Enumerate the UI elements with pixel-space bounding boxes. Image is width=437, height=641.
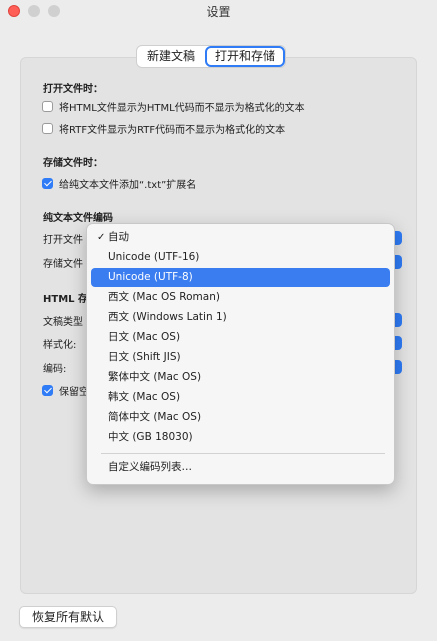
menu-item-windows-latin1[interactable]: 西文 (Windows Latin 1) bbox=[91, 308, 390, 327]
menu-separator bbox=[101, 453, 385, 454]
restore-defaults-button[interactable]: 恢复所有默认 bbox=[19, 606, 118, 628]
add-txt-extension-checkbox[interactable] bbox=[42, 178, 53, 189]
window-title: 设置 bbox=[206, 5, 231, 19]
menu-item-mac-roman[interactable]: 西文 (Mac OS Roman) bbox=[91, 288, 390, 307]
menu-item-japanese-mac[interactable]: 日文 (Mac OS) bbox=[91, 328, 390, 347]
html-as-code-checkbox[interactable] bbox=[42, 101, 53, 112]
rtf-as-code-label: 将RTF文件显示为RTF代码而不显示为格式化的文本 bbox=[59, 125, 286, 136]
title-bar: 设置 bbox=[0, 0, 437, 24]
doc-type-label: 文稿类型 bbox=[43, 317, 83, 328]
save-encoding-label: 存储文件 bbox=[43, 259, 83, 270]
menu-item-customize-encodings[interactable]: 自定义编码列表… bbox=[91, 458, 390, 477]
tab-open-and-save[interactable]: 打开和存储 bbox=[205, 46, 286, 67]
encoding-dropdown-menu: ✓ 自动 Unicode (UTF-16) Unicode (UTF-8) 西文… bbox=[86, 223, 395, 485]
menu-item-simplified-chinese[interactable]: 简体中文 (Mac OS) bbox=[91, 408, 390, 427]
menu-item-auto[interactable]: ✓ 自动 bbox=[91, 228, 390, 247]
add-txt-extension-label: 给纯文本文件添加“.txt”扩展名 bbox=[59, 180, 197, 191]
preserve-whitespace-option[interactable]: 保留空 bbox=[42, 383, 89, 398]
menu-item-korean[interactable]: 韩文 (Mac OS) bbox=[91, 388, 390, 407]
html-as-code-label: 将HTML文件显示为HTML代码而不显示为格式化的文本 bbox=[59, 103, 305, 114]
rtf-as-code-checkbox[interactable] bbox=[42, 123, 53, 134]
rtf-as-code-option[interactable]: 将RTF文件显示为RTF代码而不显示为格式化的文本 bbox=[42, 121, 285, 136]
menu-item-gb18030[interactable]: 中文 (GB 18030) bbox=[91, 428, 390, 447]
menu-item-label: 自动 bbox=[108, 231, 129, 243]
preserve-whitespace-label: 保留空 bbox=[59, 387, 89, 398]
tab-new-document[interactable]: 新建文稿 bbox=[137, 46, 205, 67]
preferences-window: 设置 新建文稿 打开和存储 打开文件时： 将HTML文件显示为HTML代码而不显… bbox=[0, 0, 437, 641]
add-txt-extension-option[interactable]: 给纯文本文件添加“.txt”扩展名 bbox=[42, 176, 196, 191]
tab-bar: 新建文稿 打开和存储 bbox=[136, 45, 287, 68]
html-encoding-label: 编码: bbox=[43, 364, 67, 375]
menu-item-utf8[interactable]: Unicode (UTF-8) bbox=[91, 268, 390, 287]
preserve-whitespace-checkbox[interactable] bbox=[42, 385, 53, 396]
menu-item-shift-jis[interactable]: 日文 (Shift JIS) bbox=[91, 348, 390, 367]
styling-label: 样式化: bbox=[43, 340, 77, 351]
save-section-title: 存储文件时： bbox=[43, 158, 103, 169]
html-as-code-option[interactable]: 将HTML文件显示为HTML代码而不显示为格式化的文本 bbox=[42, 99, 305, 114]
encoding-section-title: 纯文本文件编码 bbox=[43, 213, 113, 224]
checkmark-icon: ✓ bbox=[97, 232, 106, 243]
menu-item-traditional-chinese[interactable]: 繁体中文 (Mac OS) bbox=[91, 368, 390, 387]
html-section-title: HTML 存 bbox=[43, 294, 88, 305]
open-encoding-label: 打开文件 bbox=[43, 235, 83, 246]
open-section-title: 打开文件时： bbox=[43, 84, 103, 95]
menu-item-utf16[interactable]: Unicode (UTF-16) bbox=[91, 248, 390, 267]
